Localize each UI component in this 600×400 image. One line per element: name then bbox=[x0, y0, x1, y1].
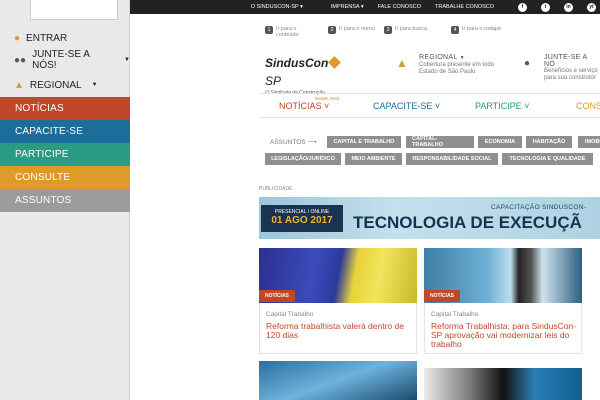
banner-kicker: CAPACITAÇÃO SINDUSCON- bbox=[491, 204, 587, 211]
assuntos-label-text: ASSUNTOS bbox=[270, 139, 306, 146]
user-icon: ● bbox=[14, 32, 21, 44]
logo-diamond-icon bbox=[328, 56, 342, 69]
top-link-fale-conosco[interactable]: FALE CONOSCO bbox=[378, 4, 421, 10]
social-icon[interactable]: in bbox=[564, 2, 573, 12]
banner-title: TECNOLOGIA DE EXECUÇÃ bbox=[353, 213, 582, 232]
logo-sp: SP bbox=[265, 74, 282, 88]
chevron-down-icon: ▼ bbox=[91, 82, 98, 88]
header-regional[interactable]: ▲ REGIONAL ▼ Cobertura presente em todo … bbox=[396, 54, 494, 76]
drawer-category-4[interactable]: ASSUNTOS bbox=[0, 189, 130, 212]
main-nav-label: PARTICIPE bbox=[475, 101, 522, 111]
main-nav-item-2[interactable]: PARTICIPE ˅ bbox=[475, 101, 529, 111]
card-category: Capital Trabalho bbox=[431, 311, 479, 318]
card-badge: NOTÍCIAS bbox=[259, 290, 295, 302]
skip-link[interactable]: 4 Ir para o rodapé bbox=[451, 26, 501, 34]
card-category: Capital Trabalho bbox=[266, 311, 314, 318]
header-junte[interactable]: ● JUNTE-SE A NÓ Benefícios e serviço par… bbox=[524, 54, 600, 82]
card-badge: NOTÍCIAS bbox=[424, 290, 460, 302]
top-link-sinduscon[interactable]: O SINDUSCON-SP ▾ bbox=[237, 4, 303, 10]
top-link-imprensa-label: IMPRENSA bbox=[330, 4, 360, 10]
tag-button[interactable]: HABITAÇÃO bbox=[526, 136, 572, 148]
chevron-down-icon: ˅ bbox=[321, 101, 330, 111]
drawer-regional[interactable]: ▲ REGIONAL ▼ bbox=[0, 77, 130, 93]
chevron-down-icon: ▼ bbox=[124, 57, 130, 63]
card-image[interactable] bbox=[424, 368, 582, 400]
main-nav-item-0[interactable]: NOTÍCIAS ˅ bbox=[279, 101, 329, 111]
skip-link-label: Ir para o rodapé bbox=[462, 26, 502, 32]
banner-date: 01 AGO 2017 bbox=[271, 215, 333, 226]
header-regional-text: Cobertura presente em todo Estado de São… bbox=[419, 62, 495, 75]
drawer-junte-label: JUNTE-SE A NÓS! bbox=[32, 49, 90, 71]
card-title-link[interactable]: Reforma trabalhista valerá dentro de 120… bbox=[266, 322, 414, 340]
main-nav: NOTÍCIAS ˅CAPACITE-SE ˅PARTICIPE ˅CONSU bbox=[259, 93, 600, 118]
card-title-link[interactable]: Reforma Trabalhista: para SindusCon-SP a… bbox=[431, 322, 577, 349]
tag-button[interactable]: ECONOMIA bbox=[478, 136, 522, 148]
main-nav-label: CONSU bbox=[576, 101, 600, 111]
drawer-category-2[interactable]: PARTICIPE bbox=[0, 143, 130, 166]
users-icon: ●● bbox=[14, 54, 27, 66]
chevron-down-icon: ˅ bbox=[521, 101, 530, 111]
skip-link-number: 4 bbox=[451, 26, 459, 34]
skip-link-label: Ir para o conteúdo bbox=[276, 26, 299, 38]
top-bar: O SINDUSCON-SP ▾ IMPRENSA ▾ FALE CONOSCO… bbox=[130, 0, 600, 14]
drawer-search-input[interactable] bbox=[30, 0, 118, 20]
side-drawer: ● ENTRAR ●● JUNTE-SE A NÓS! ▼ ▲ REGIONAL… bbox=[0, 0, 130, 400]
publicidade-label: PUBLICIDADE bbox=[259, 186, 293, 192]
top-link-trabalhe-conosco[interactable]: TRABALHE CONOSCO bbox=[435, 4, 494, 10]
drawer-regional-label: REGIONAL bbox=[29, 79, 82, 91]
users-icon: ● bbox=[524, 58, 531, 69]
header-junte-title: JUNTE-SE A NÓ bbox=[544, 54, 588, 68]
drawer-category-3[interactable]: CONSULTE bbox=[0, 166, 130, 189]
social-icon[interactable]: t bbox=[541, 2, 550, 12]
logo-name: SindusCon bbox=[265, 56, 329, 70]
skip-link[interactable]: 3 Ir para busca bbox=[384, 26, 427, 34]
header-junte-text: Benefícios e serviço para sua construtor bbox=[544, 68, 598, 81]
drawer-category-0[interactable]: NOTÍCIAS bbox=[0, 97, 130, 120]
main-nav-item-3[interactable]: CONSU bbox=[576, 101, 600, 111]
social-icon[interactable]: f bbox=[518, 2, 527, 12]
main-nav-label: CAPACITE-SE bbox=[373, 101, 433, 111]
ad-banner[interactable]: PRESENCIAL / ONLINE 01 AGO 2017 CAPACITA… bbox=[259, 197, 600, 239]
skip-link[interactable]: 1 Ir para o conteúdo bbox=[265, 26, 299, 38]
drawer-junte[interactable]: ●● JUNTE-SE A NÓS! ▼ bbox=[0, 49, 130, 71]
main-nav-label: NOTÍCIAS bbox=[279, 101, 322, 111]
tag-button[interactable]: LEGISLAÇÃO/JURÍDICO bbox=[265, 153, 341, 165]
map-icon: ▲ bbox=[14, 79, 24, 91]
skip-link-number: 3 bbox=[384, 26, 392, 34]
tag-button[interactable]: CAPITAL E TRABALHO bbox=[327, 136, 401, 148]
card-image[interactable] bbox=[259, 361, 417, 400]
drawer-category-1[interactable]: CAPACITE-SE bbox=[0, 120, 130, 143]
chevron-down-icon: ˅ bbox=[432, 101, 441, 111]
skip-link[interactable]: 2 Ir para o menu bbox=[328, 26, 375, 34]
skip-link-number: 2 bbox=[328, 26, 336, 34]
tag-button[interactable]: IMOBI bbox=[578, 136, 600, 148]
tag-button[interactable]: RESPONSABILIDADE SOCIAL bbox=[406, 153, 498, 165]
map-icon: ▲ bbox=[396, 56, 408, 70]
main-nav-item-1[interactable]: CAPACITE-SE ˅ bbox=[373, 101, 440, 111]
site-logo[interactable]: SindusConSP O Sindicato da Construção De… bbox=[265, 54, 350, 101]
drawer-entrar[interactable]: ● ENTRAR bbox=[0, 30, 130, 46]
top-link-sinduscon-label: O SINDUSCON-SP bbox=[250, 4, 299, 10]
social-icon[interactable]: yt bbox=[587, 2, 596, 12]
top-link-imprensa[interactable]: IMPRENSA ▾ bbox=[317, 4, 364, 10]
skip-link-label: Ir para o menu bbox=[339, 26, 375, 32]
assuntos-label: ASSUNTOS ⟶ bbox=[270, 139, 317, 146]
tag-button[interactable]: TECNOLOGIA E QUALIDADE bbox=[502, 153, 593, 165]
drawer-entrar-label: ENTRAR bbox=[26, 32, 68, 44]
tag-button[interactable]: MEIO AMBIENTE bbox=[345, 153, 402, 165]
banner-date-box: PRESENCIAL / ONLINE 01 AGO 2017 bbox=[261, 205, 343, 232]
skip-link-label: Ir para busca bbox=[395, 26, 428, 32]
header-regional-title: REGIONAL bbox=[419, 54, 458, 61]
tag-button[interactable]: CAPITAL-TRABALHO bbox=[406, 136, 474, 148]
skip-link-number: 1 bbox=[265, 26, 273, 34]
